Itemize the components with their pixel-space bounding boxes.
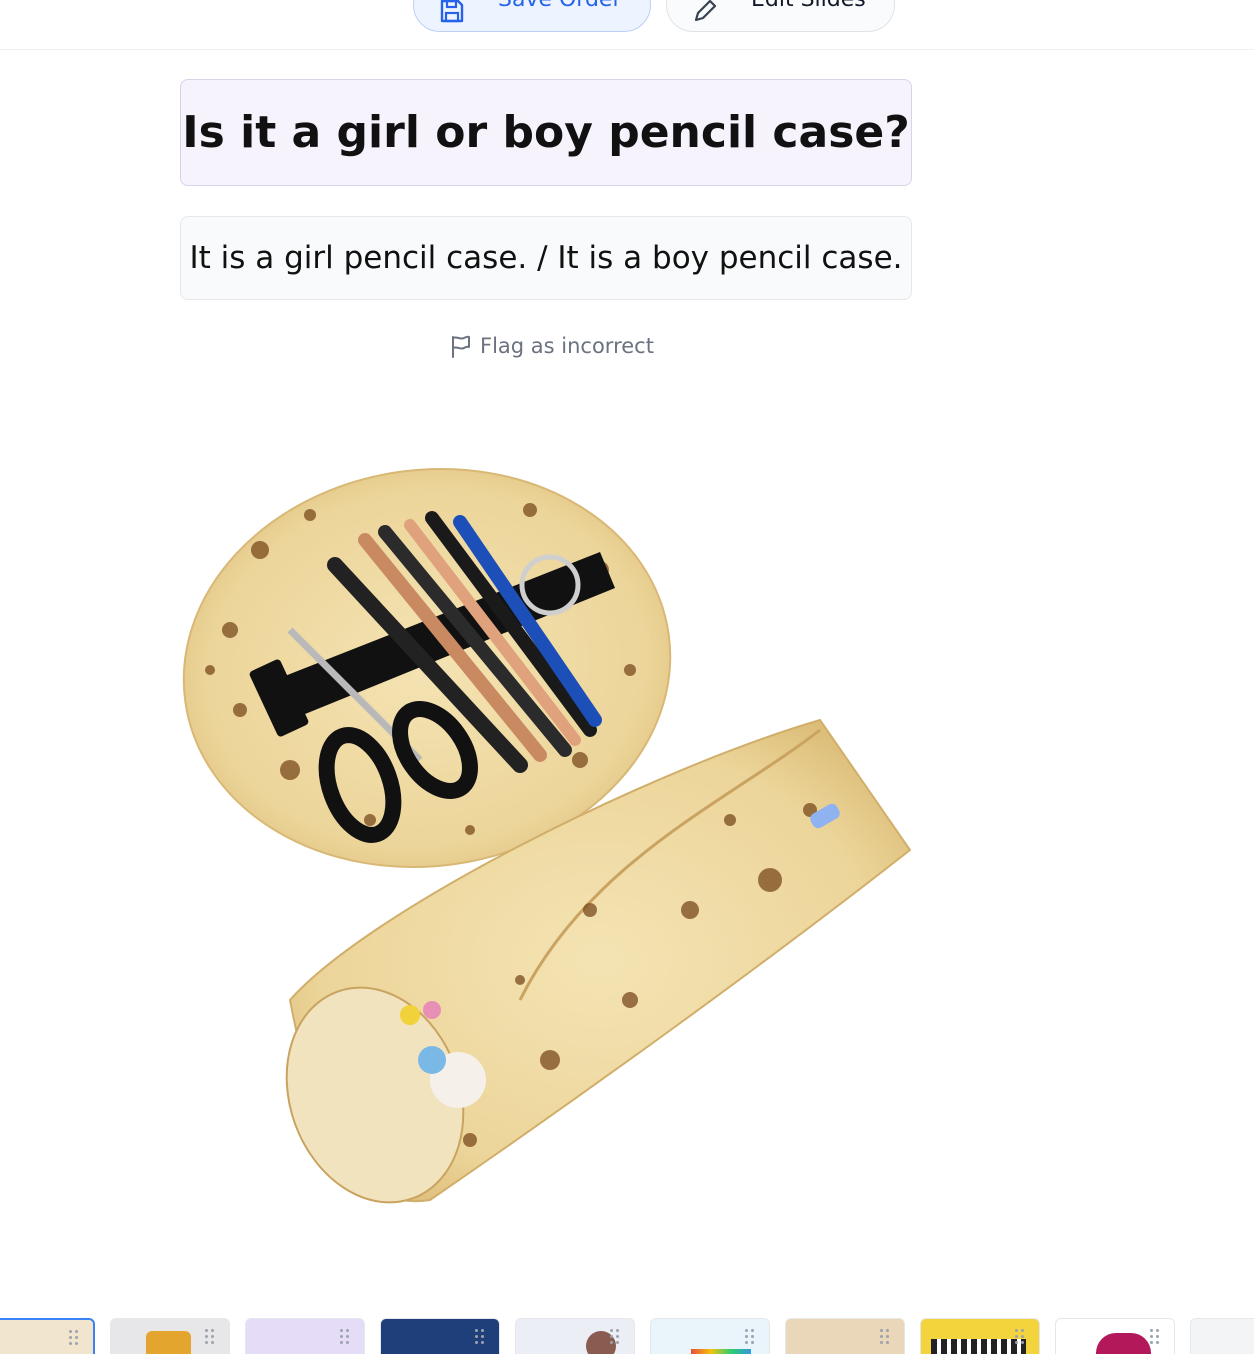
- drag-handle-icon[interactable]: [205, 1329, 215, 1347]
- slide-thumbnail[interactable]: [515, 1318, 635, 1354]
- slide-thumbnail[interactable]: [920, 1318, 1040, 1354]
- thumbnail-image: [691, 1349, 751, 1354]
- drag-handle-icon[interactable]: [69, 1330, 79, 1348]
- flag-as-incorrect-link[interactable]: Flag as incorrect: [450, 330, 654, 362]
- drag-handle-icon[interactable]: [880, 1329, 890, 1347]
- edit-slides-label: Edit Slides: [751, 0, 866, 12]
- slide-thumbnail[interactable]: [380, 1318, 500, 1354]
- slide-thumbnail[interactable]: [0, 1318, 95, 1354]
- answer-card: It is a girl pencil case. / It is a boy …: [180, 216, 912, 300]
- drag-handle-icon[interactable]: [745, 1329, 755, 1347]
- drag-handle-icon[interactable]: [1150, 1329, 1160, 1347]
- save-order-label: Save Order: [498, 0, 622, 12]
- flag-label: Flag as incorrect: [480, 334, 654, 358]
- slide-thumbnail[interactable]: [245, 1318, 365, 1354]
- drag-handle-icon[interactable]: [340, 1329, 350, 1347]
- question-card: Is it a girl or boy pencil case?: [180, 79, 912, 186]
- drag-handle-icon[interactable]: [1015, 1329, 1025, 1347]
- thumbnail-image: [1096, 1333, 1151, 1354]
- slide-thumbnail[interactable]: [650, 1318, 770, 1354]
- slide-thumbnail[interactable]: [110, 1318, 230, 1354]
- drag-handle-icon[interactable]: [610, 1329, 620, 1347]
- thumbnail-image: [931, 1339, 1026, 1354]
- flag-icon: [452, 335, 470, 358]
- save-order-button[interactable]: Save Order: [413, 0, 651, 32]
- top-toolbar: Save Order Edit Slides: [0, 0, 1254, 50]
- drag-handle-icon[interactable]: [475, 1329, 485, 1347]
- burrito-pencil-case-photo: [182, 468, 912, 1204]
- edit-slides-button[interactable]: Edit Slides: [666, 0, 895, 32]
- save-icon: [440, 0, 464, 23]
- slide-thumbnail[interactable]: [1055, 1318, 1175, 1354]
- slide-thumbnail[interactable]: [785, 1318, 905, 1354]
- pencil-icon: [694, 0, 717, 22]
- slide-thumbnail[interactable]: [1190, 1318, 1254, 1354]
- slide-thumbnail-strip: [0, 1316, 1254, 1354]
- thumbnail-image: [146, 1331, 191, 1354]
